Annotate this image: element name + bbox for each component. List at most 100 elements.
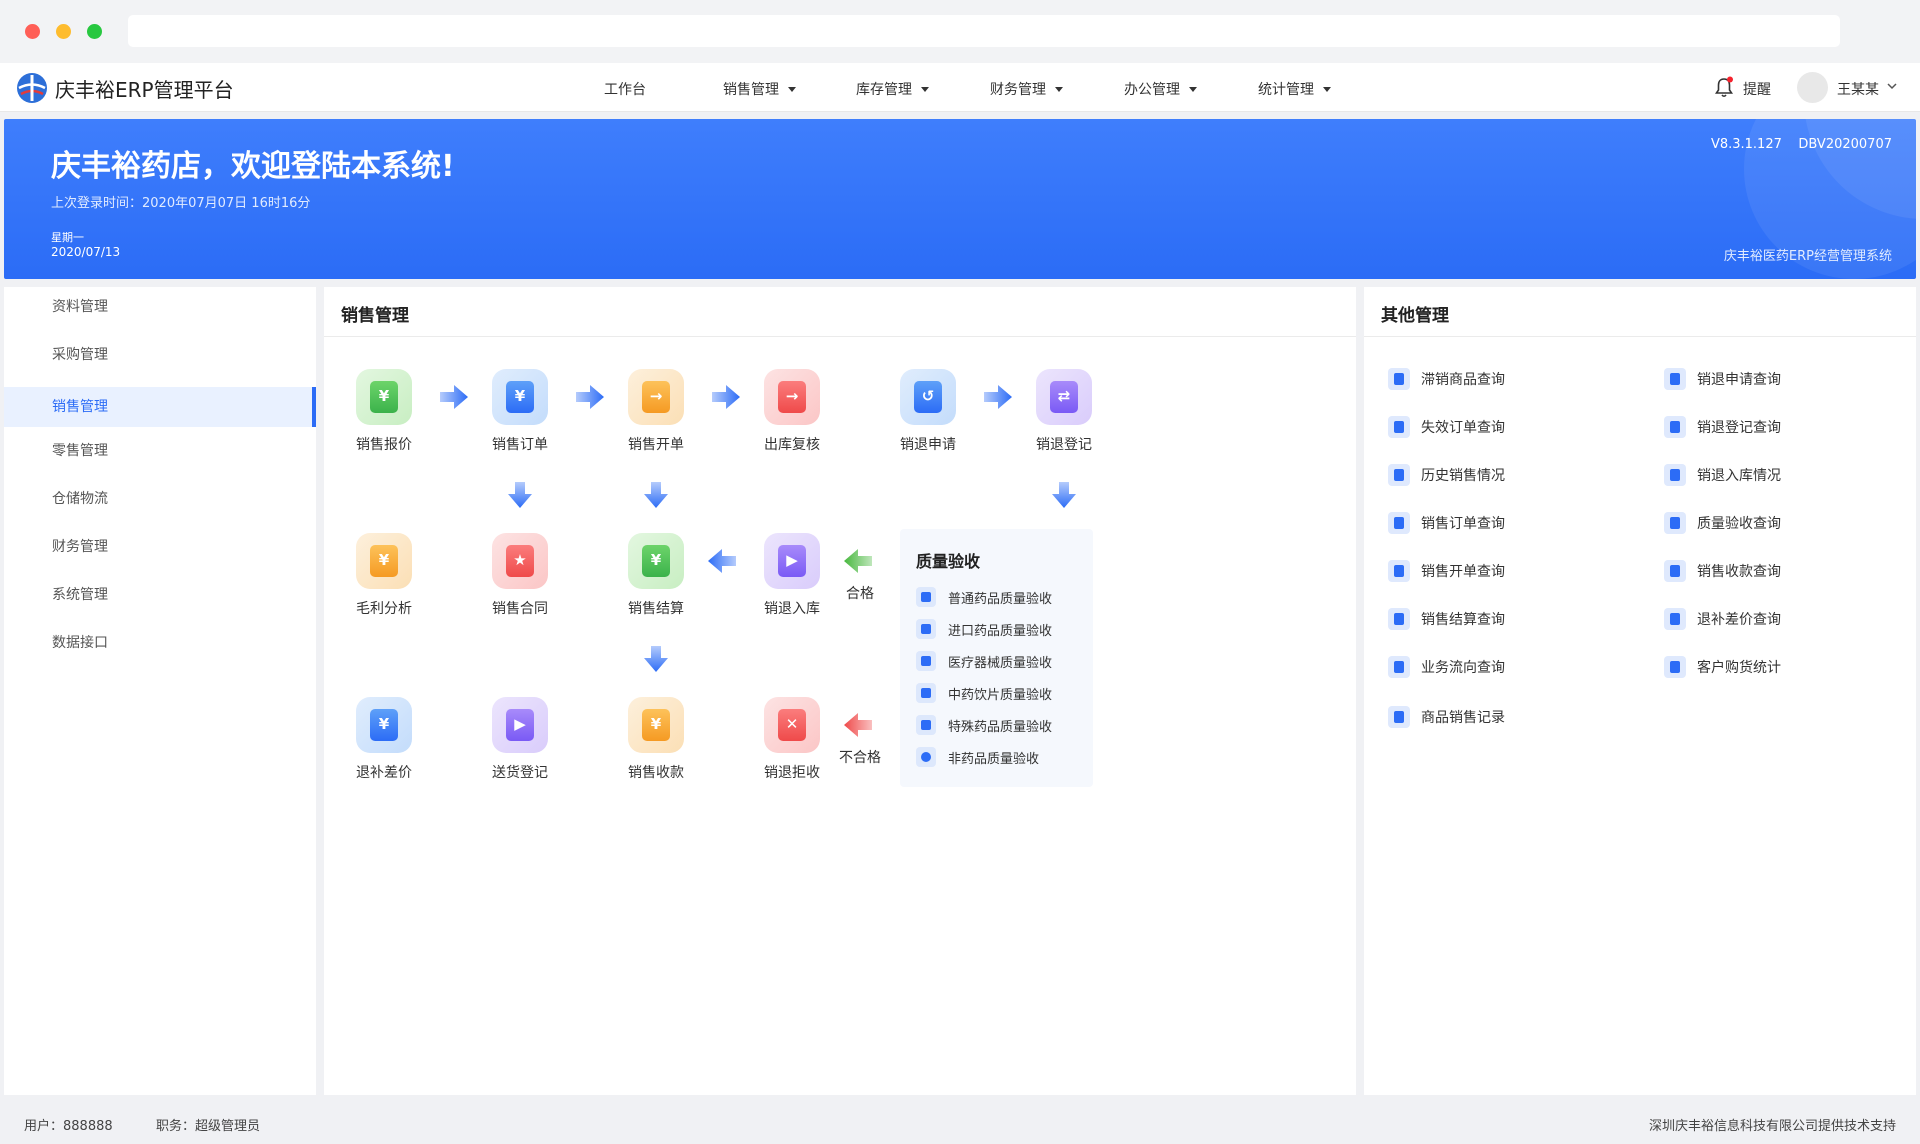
other-item-customer-purchase[interactable]: 客户购货统计 [1664, 655, 1781, 679]
document-icon: ¥ [370, 545, 398, 577]
flow-outbound-check-icon[interactable]: → [764, 369, 820, 425]
other-item-goods-sales-record[interactable]: 商品销售记录 [1388, 705, 1505, 729]
flow-profit-analysis-label[interactable]: 毛利分析 [334, 598, 434, 618]
flow-outbound-check-label[interactable]: 出库复核 [742, 434, 842, 454]
flow-price-diff-icon[interactable]: ¥ [356, 697, 412, 753]
document-icon: ⇄ [1050, 381, 1078, 413]
other-item-payment[interactable]: 销售收款查询 [1664, 559, 1781, 583]
flow-return-inbound-label[interactable]: 销退入库 [742, 598, 842, 618]
flow-settlement-icon[interactable]: ¥ [628, 533, 684, 589]
nav-label: 库存管理 [856, 82, 912, 98]
sidebar-item-system[interactable]: 系统管理 [4, 575, 316, 615]
quality-item-imported[interactable]: 进口药品质量验收 [916, 618, 1052, 640]
flow-payment-label[interactable]: 销售收款 [606, 762, 706, 782]
minimize-window-dot[interactable] [56, 24, 71, 39]
sales-panel-title: 销售管理 [341, 306, 409, 326]
other-item-label: 销退申请查询 [1697, 372, 1781, 388]
flow-invoice-label[interactable]: 销售开单 [606, 434, 706, 454]
other-item-label: 销退登记查询 [1697, 420, 1781, 436]
other-item-return-request[interactable]: 销退申请查询 [1664, 367, 1781, 391]
chevron-down-icon[interactable] [1886, 80, 1898, 92]
other-item-return-inbound[interactable]: 销退入库情况 [1664, 463, 1781, 487]
flow-quote-icon[interactable]: ¥ [356, 369, 412, 425]
remind-link[interactable]: 提醒 [1743, 79, 1771, 99]
flow-invoice-icon[interactable]: → [628, 369, 684, 425]
other-item-quality-inspection[interactable]: 质量验收查询 [1664, 511, 1781, 535]
nav-workbench[interactable]: 工作台 [604, 79, 646, 99]
other-item-label: 销售结算查询 [1421, 612, 1505, 628]
document-icon: → [642, 381, 670, 413]
other-item-sales-settlement[interactable]: 销售结算查询 [1388, 607, 1505, 631]
sidebar-item-purchase[interactable]: 采购管理 [4, 335, 316, 375]
flow-order-label[interactable]: 销售订单 [470, 434, 570, 454]
flow-order-icon[interactable]: ¥ [492, 369, 548, 425]
flow-return-request-label[interactable]: 销退申请 [878, 434, 978, 454]
nav-office[interactable]: 办公管理 [1124, 79, 1197, 99]
flow-delivery-register-label[interactable]: 送货登记 [470, 762, 570, 782]
fail-arrow-left-icon [844, 713, 872, 737]
flow-return-register-label[interactable]: 销退登记 [1014, 434, 1114, 454]
other-item-sales-history[interactable]: 历史销售情况 [1388, 463, 1505, 487]
document-icon [1388, 608, 1410, 630]
icon-glyph: ¥ [650, 551, 662, 569]
current-date: 2020/07/13 [51, 245, 121, 259]
user-name[interactable]: 王某某 [1837, 79, 1879, 99]
flow-profit-analysis-icon[interactable]: ¥ [356, 533, 412, 589]
arrow-down-icon [508, 482, 532, 508]
quality-item-herbal[interactable]: 中药饮片质量验收 [916, 682, 1052, 704]
sidebar-item-data-interface[interactable]: 数据接口 [4, 623, 316, 663]
other-item-unsold-goods[interactable]: 滞销商品查询 [1388, 367, 1505, 391]
sidebar-item-retail[interactable]: 零售管理 [4, 431, 316, 471]
flow-payment-icon[interactable]: ¥ [628, 697, 684, 753]
other-item-sales-invoices[interactable]: 销售开单查询 [1388, 559, 1505, 583]
sidebar-item-warehouse[interactable]: 仓储物流 [4, 479, 316, 519]
quality-item-label: 进口药品质量验收 [948, 623, 1053, 639]
footer-user: 用户：888888 [24, 1119, 113, 1134]
flow-settlement-label[interactable]: 销售结算 [606, 598, 706, 618]
nav-inventory[interactable]: 库存管理 [856, 79, 929, 99]
window-titlebar [0, 0, 1920, 63]
quality-item-device[interactable]: 医疗器械质量验收 [916, 650, 1052, 672]
bell-icon[interactable] [1714, 76, 1734, 98]
icon-glyph: ✕ [785, 715, 799, 733]
flow-quote-label[interactable]: 销售报价 [334, 434, 434, 454]
avatar[interactable] [1797, 72, 1828, 103]
nav-finance[interactable]: 财务管理 [990, 79, 1063, 99]
flow-return-request-icon[interactable]: ↺ [900, 369, 956, 425]
sales-panel: 销售管理 [324, 287, 1356, 1095]
address-bar[interactable] [128, 15, 1840, 47]
flow-return-reject-label[interactable]: 销退拒收 [742, 762, 842, 782]
icon-glyph: ¥ [514, 387, 526, 405]
flow-return-register-icon[interactable]: ⇄ [1036, 369, 1092, 425]
flow-return-inbound-icon[interactable]: ▶ [764, 533, 820, 589]
other-item-price-diff[interactable]: 退补差价查询 [1664, 607, 1781, 631]
other-item-label: 质量验收查询 [1697, 516, 1781, 532]
close-window-dot[interactable] [25, 24, 40, 39]
sidebar-item-finance[interactable]: 财务管理 [4, 527, 316, 567]
maximize-window-dot[interactable] [87, 24, 102, 39]
quality-item-ordinary[interactable]: 普通药品质量验收 [916, 586, 1052, 608]
flow-contract-label[interactable]: 销售合同 [470, 598, 570, 618]
other-item-expired-orders[interactable]: 失效订单查询 [1388, 415, 1505, 439]
flow-return-reject-icon[interactable]: ✕ [764, 697, 820, 753]
quality-item-special[interactable]: 特殊药品质量验收 [916, 714, 1052, 736]
sidebar-item-data[interactable]: 资料管理 [4, 287, 316, 327]
document-icon: ¥ [370, 381, 398, 413]
quality-item-non-drug[interactable]: 非药品质量验收 [916, 746, 1039, 768]
flow-contract-icon[interactable]: ★ [492, 533, 548, 589]
other-item-business-flow[interactable]: 业务流向查询 [1388, 655, 1505, 679]
fail-label: 不合格 [839, 750, 881, 766]
other-item-label: 业务流向查询 [1421, 660, 1505, 676]
document-icon [1664, 608, 1686, 630]
icon-glyph: ★ [513, 551, 527, 569]
other-item-return-register[interactable]: 销退登记查询 [1664, 415, 1781, 439]
flow-delivery-register-icon[interactable]: ▶ [492, 697, 548, 753]
sidebar-item-sales[interactable]: 销售管理 [4, 387, 316, 427]
document-icon: ▶ [778, 545, 806, 577]
flow-price-diff-label[interactable]: 退补差价 [334, 762, 434, 782]
document-icon: ▶ [506, 709, 534, 741]
nav-statistics[interactable]: 统计管理 [1258, 79, 1331, 99]
nav-sales[interactable]: 销售管理 [723, 79, 796, 99]
other-item-sales-orders[interactable]: 销售订单查询 [1388, 511, 1505, 535]
icon-glyph: ▶ [514, 715, 526, 733]
